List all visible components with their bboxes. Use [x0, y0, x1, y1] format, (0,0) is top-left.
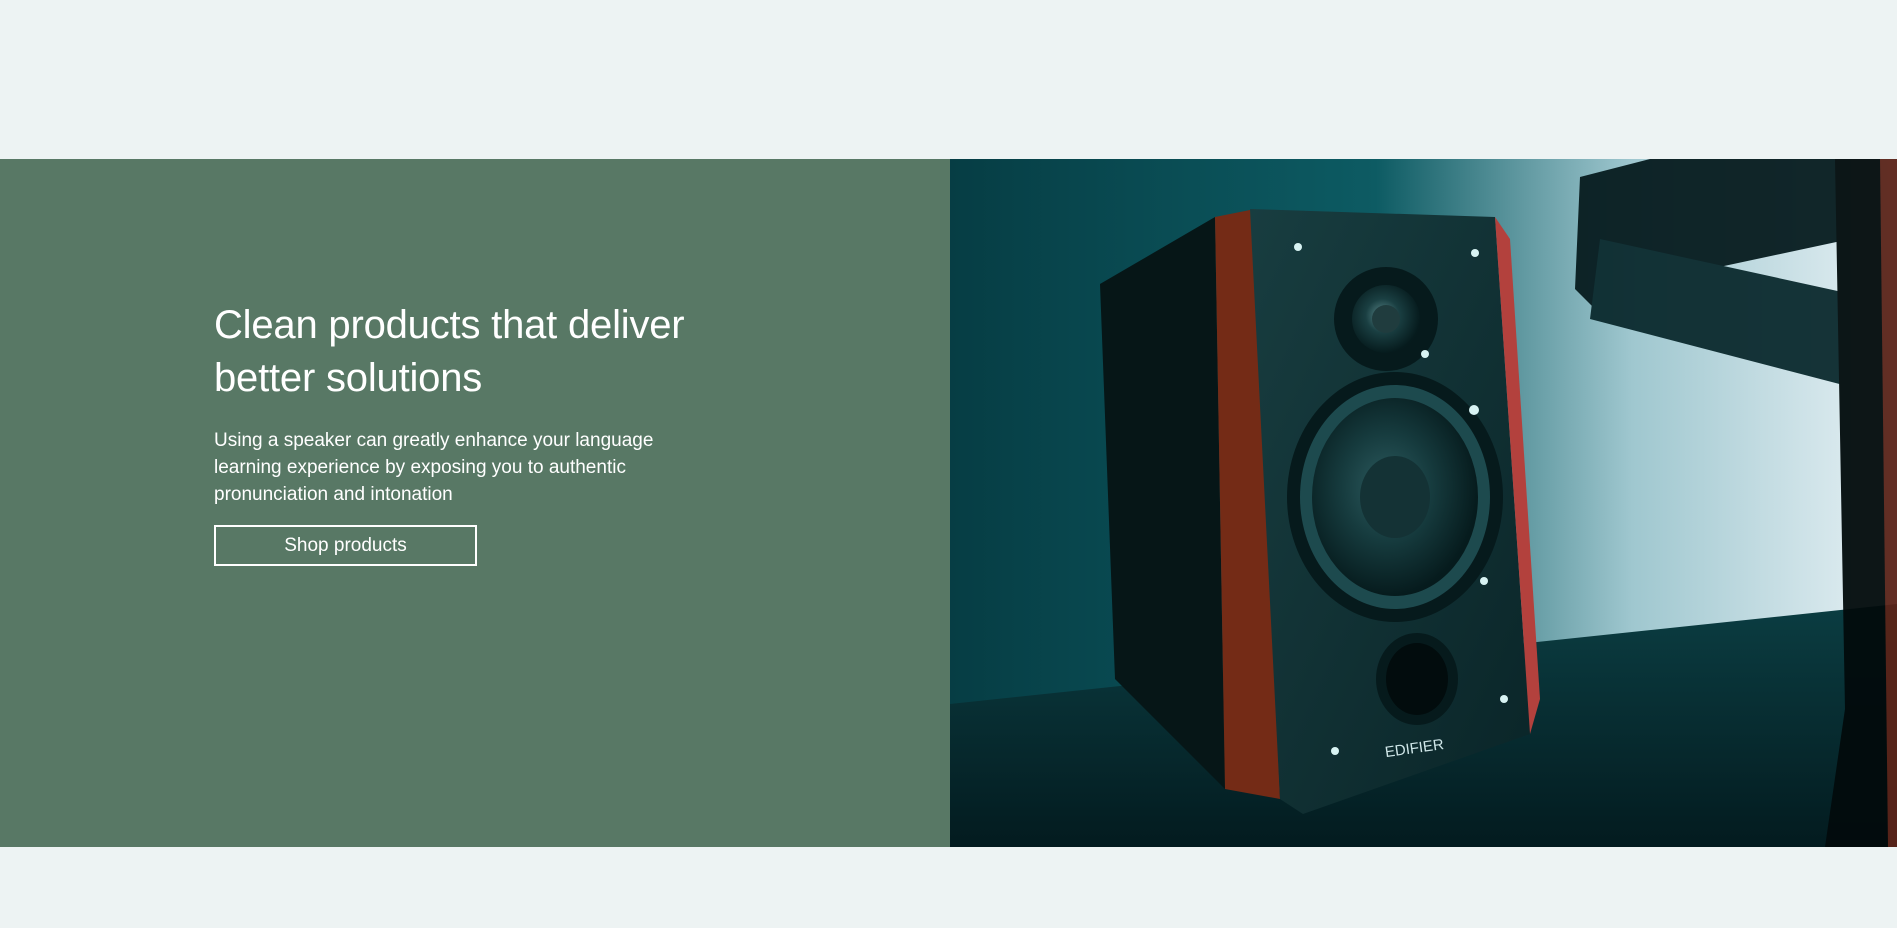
hero-image: EDIFIER — [950, 159, 1897, 847]
hero-title: Clean products that deliver better solut… — [214, 303, 685, 400]
hero-description: Using a speaker can greatly enhance your… — [214, 430, 654, 505]
hero-content: Clean products that deliver better solut… — [214, 299, 734, 566]
hero-section: Clean products that deliver better solut… — [0, 159, 1897, 847]
speaker-photo: EDIFIER — [950, 159, 1897, 847]
page: Clean products that deliver better solut… — [0, 0, 1897, 928]
hero-text-panel: Clean products that deliver better solut… — [0, 159, 950, 847]
shop-products-button[interactable]: Shop products — [214, 525, 477, 566]
